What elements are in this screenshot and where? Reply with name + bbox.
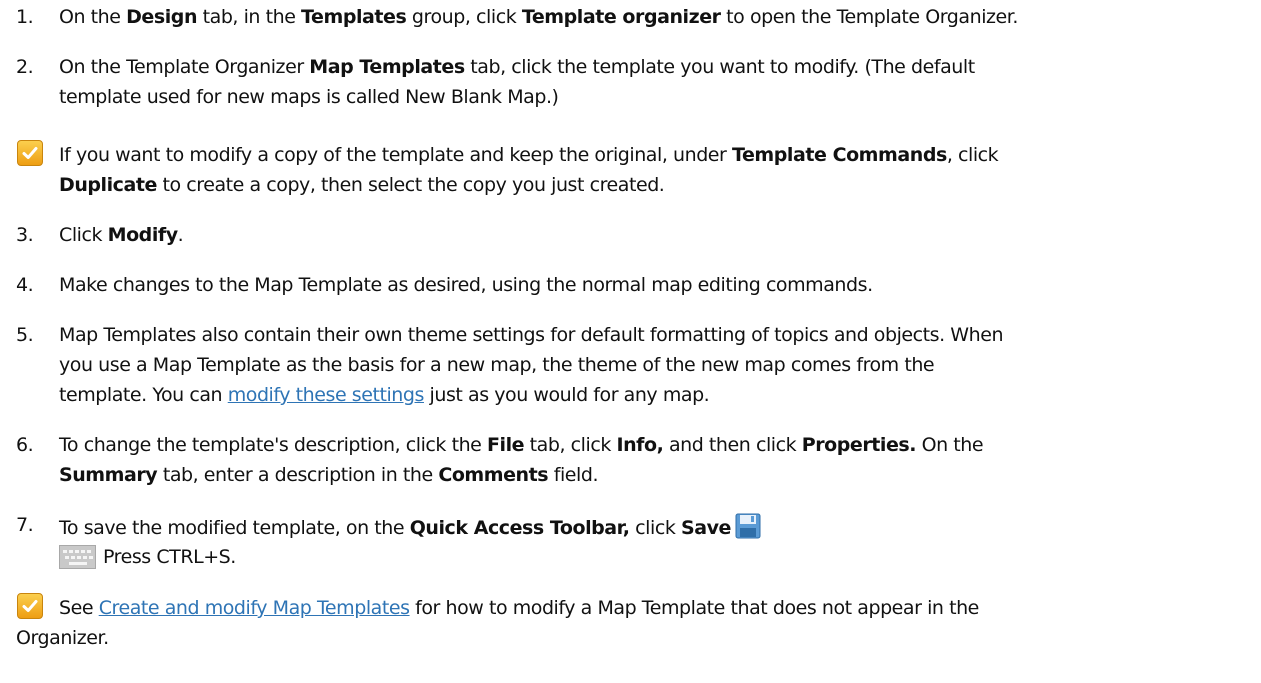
keyboard-icon: [59, 545, 96, 569]
save-icon: [735, 513, 761, 539]
create-modify-templates-link[interactable]: Create and modify Map Templates: [99, 597, 410, 619]
step-number: 1.: [16, 6, 34, 28]
tip-text: If you want to modify a copy of the temp…: [59, 144, 999, 166]
step-text: Click Modify.: [59, 224, 184, 246]
step-number: 3.: [16, 224, 34, 246]
step-text: On the Template Organizer Map Templates …: [59, 56, 975, 78]
checkmark-icon: [17, 140, 43, 166]
modify-settings-link[interactable]: modify these settings: [228, 384, 425, 406]
step-number: 4.: [16, 274, 34, 296]
step-text: To save the modified template, on the Qu…: [59, 513, 761, 541]
step-number: 2.: [16, 56, 34, 78]
step-number: 6.: [16, 434, 34, 456]
step-text: Make changes to the Map Template as desi…: [59, 274, 873, 296]
step-number: 5.: [16, 324, 34, 346]
checkmark-icon: [17, 593, 43, 619]
step-text: Map Templates also contain their own the…: [59, 324, 1004, 346]
step-text: On the Design tab, in the Templates grou…: [59, 6, 1018, 28]
step-text: To change the template's description, cl…: [59, 434, 984, 456]
tip-text: See Create and modify Map Templates for …: [59, 597, 979, 619]
step-number: 7.: [16, 514, 34, 536]
